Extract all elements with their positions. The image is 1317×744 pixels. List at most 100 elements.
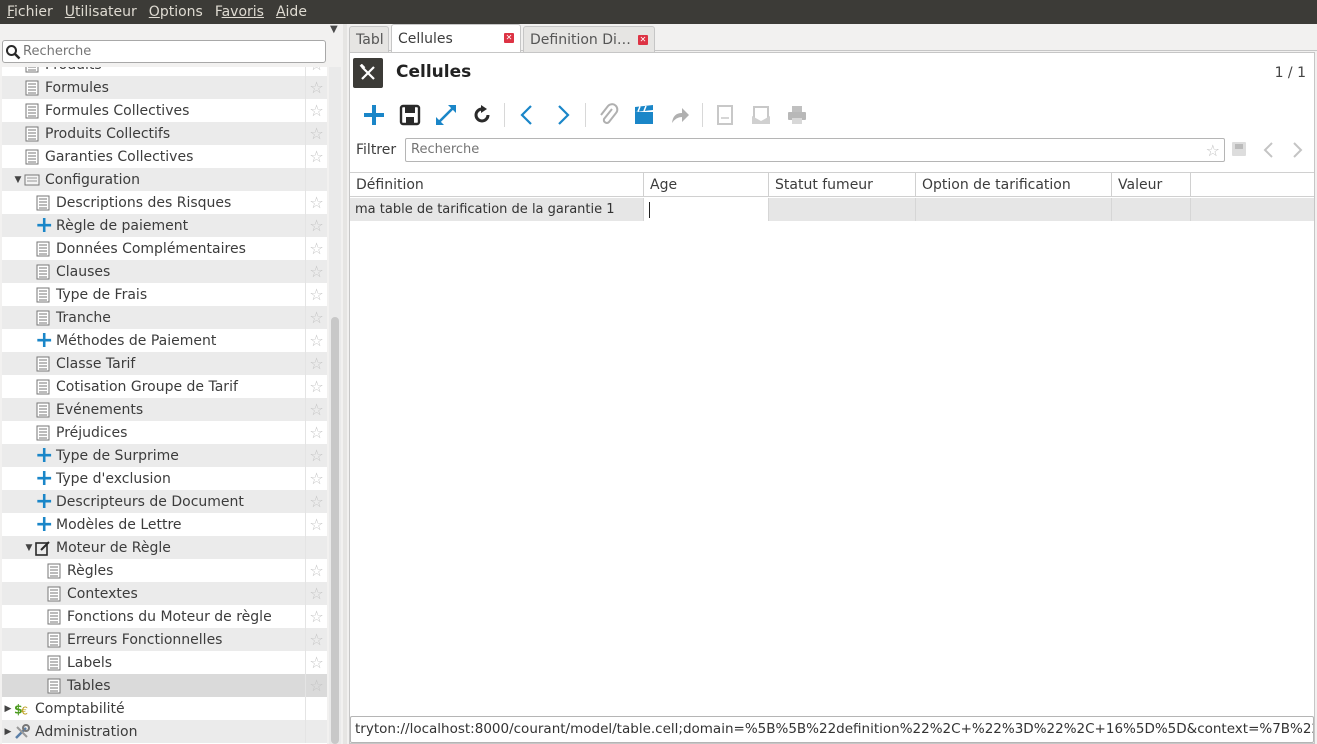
star-icon[interactable]: ☆ [305, 559, 327, 582]
cell-age-editor[interactable] [644, 198, 769, 221]
star-icon[interactable]: ☆ [305, 191, 327, 214]
star-icon[interactable]: ☆ [305, 513, 327, 536]
column-header-valeur[interactable]: Valeur [1112, 173, 1191, 197]
sidebar-item-methodes-de-paiement[interactable]: + Méthodes de Paiement ☆ [2, 329, 327, 352]
action-button[interactable] [626, 100, 662, 130]
scrollbar-thumb[interactable] [331, 317, 339, 744]
chevron-down-icon[interactable]: ▼ [330, 24, 338, 35]
sidebar-scrollbar[interactable] [329, 67, 341, 744]
close-icon[interactable]: ✕ [504, 33, 514, 43]
cell-definition[interactable]: ma table de tarification de la garantie … [350, 198, 644, 221]
star-cell[interactable] [305, 536, 327, 559]
star-icon[interactable]: ☆ [305, 306, 327, 329]
sidebar-item-descriptions-des-risques[interactable]: Descriptions des Risques ☆ [2, 191, 327, 214]
sidebar-item-tranche[interactable]: Tranche ☆ [2, 306, 327, 329]
star-icon[interactable]: ☆ [305, 467, 327, 490]
pane-splitter[interactable] [343, 24, 347, 744]
star-icon[interactable]: ☆ [305, 329, 327, 352]
menu-favoris[interactable]: Favoris [210, 4, 269, 20]
star-icon[interactable]: ☆ [305, 122, 327, 145]
star-icon[interactable]: ☆ [305, 398, 327, 421]
column-header-statut-fumeur[interactable]: Statut fumeur [769, 173, 916, 197]
cell-option-tarification[interactable] [916, 198, 1112, 221]
tab-cellules[interactable]: Cellules ✕ [391, 24, 521, 52]
sidebar-item-comptabilite[interactable]: ▶ $ € Comptabilité [2, 697, 327, 720]
sidebar-item-descripteurs-de-document[interactable]: + Descripteurs de Document ☆ [2, 490, 327, 513]
bookmark-icon[interactable] [1230, 140, 1248, 162]
sidebar-item-regles[interactable]: Règles ☆ [2, 559, 327, 582]
star-icon[interactable]: ☆ [305, 67, 327, 76]
star-icon[interactable]: ☆ [305, 628, 327, 651]
url-field[interactable]: tryton://localhost:8000/courant/model/ta… [350, 716, 1314, 743]
star-icon[interactable]: ☆ [305, 214, 327, 237]
menu-aide[interactable]: Aide [271, 4, 312, 20]
star-icon[interactable]: ☆ [305, 260, 327, 283]
cell-statut-fumeur[interactable] [769, 198, 916, 221]
report-button[interactable] [707, 100, 743, 130]
star-icon[interactable]: ☆ [305, 674, 327, 697]
save-button[interactable] [392, 100, 428, 130]
cell-valeur[interactable] [1112, 198, 1191, 221]
expander-closed-icon[interactable]: ▶ [2, 727, 14, 737]
star-icon[interactable]: ☆ [305, 76, 327, 99]
relate-button[interactable] [662, 100, 698, 130]
menu-fichier[interactable]: Fichier [2, 4, 58, 20]
url-text[interactable]: tryton://localhost:8000/courant/model/ta… [351, 717, 1313, 741]
sidebar-item-modeles-de-lettre[interactable]: + Modèles de Lettre ☆ [2, 513, 327, 536]
star-icon[interactable]: ☆ [305, 237, 327, 260]
sidebar-item-type-de-surprime[interactable]: + Type de Surprime ☆ [2, 444, 327, 467]
sidebar-item-classe-tarif[interactable]: Classe Tarif ☆ [2, 352, 327, 375]
star-icon[interactable]: ☆ [1206, 141, 1220, 160]
sidebar-item-clauses[interactable]: Clauses ☆ [2, 260, 327, 283]
expander-closed-icon[interactable]: ▶ [2, 704, 14, 714]
sidebar-item-produits[interactable]: Produits ☆ [2, 67, 327, 76]
sidebar-item-type-d-exclusion[interactable]: + Type d'exclusion ☆ [2, 467, 327, 490]
sidebar-item-erreurs-fonctionnelles[interactable]: Erreurs Fonctionnelles ☆ [2, 628, 327, 651]
sidebar-item-fonctions-du-moteur-de-regle[interactable]: Fonctions du Moteur de règle ☆ [2, 605, 327, 628]
star-icon[interactable]: ☆ [305, 490, 327, 513]
sidebar-item-formules-collectives[interactable]: Formules Collectives ☆ [2, 99, 327, 122]
column-header-age[interactable]: Age [644, 173, 769, 197]
star-icon[interactable]: ☆ [305, 283, 327, 306]
sidebar-item-donnees-complementaires[interactable]: Données Complémentaires ☆ [2, 237, 327, 260]
sidebar-item-tables[interactable]: Tables ☆ [2, 674, 327, 697]
star-icon[interactable]: ☆ [305, 145, 327, 168]
previous-button[interactable] [509, 100, 545, 130]
attachment-button[interactable] [590, 100, 626, 130]
sidebar-item-prejudices[interactable]: Préjudices ☆ [2, 421, 327, 444]
star-icon[interactable]: ☆ [305, 651, 327, 674]
sidebar-item-produits-collectifs[interactable]: Produits Collectifs ☆ [2, 122, 327, 145]
expander-open-icon[interactable]: ▼ [23, 543, 35, 553]
menu-options[interactable]: Options [144, 4, 208, 20]
chevron-right-icon[interactable] [1290, 140, 1304, 164]
filter-field[interactable]: ☆ [405, 138, 1225, 162]
sidebar-item-regle-de-paiement[interactable]: + Règle de paiement ☆ [2, 214, 327, 237]
next-button[interactable] [545, 100, 581, 130]
sidebar-item-type-de-frais[interactable]: Type de Frais ☆ [2, 283, 327, 306]
sidebar-item-configuration[interactable]: ▼ Configuration [2, 168, 327, 191]
reload-button[interactable] [464, 100, 500, 130]
star-icon[interactable]: ☆ [305, 352, 327, 375]
print-button[interactable] [779, 100, 815, 130]
star-cell[interactable] [305, 168, 327, 191]
sidebar-item-cotisation-groupe-de-tarif[interactable]: Cotisation Groupe de Tarif ☆ [2, 375, 327, 398]
sidebar-item-evenements[interactable]: Evénements ☆ [2, 398, 327, 421]
expander-open-icon[interactable]: ▼ [12, 175, 24, 185]
close-icon[interactable]: ✕ [638, 35, 648, 45]
sidebar-item-labels[interactable]: Labels ☆ [2, 651, 327, 674]
star-icon[interactable]: ☆ [305, 444, 327, 467]
sidebar-item-contextes[interactable]: Contextes ☆ [2, 582, 327, 605]
tab-definition[interactable]: Definition Di… ✕ [523, 26, 655, 52]
star-icon[interactable]: ☆ [305, 99, 327, 122]
sidebar-item-garanties-collectives[interactable]: Garanties Collectives ☆ [2, 145, 327, 168]
star-icon[interactable]: ☆ [305, 605, 327, 628]
star-icon[interactable]: ☆ [305, 421, 327, 444]
column-header-option-tarification[interactable]: Option de tarification [916, 173, 1112, 197]
star-icon[interactable]: ☆ [305, 375, 327, 398]
table-row[interactable]: ma table de tarification de la garantie … [350, 198, 1314, 221]
new-button[interactable] [356, 100, 392, 130]
chevron-left-icon[interactable] [1262, 140, 1276, 164]
column-header-definition[interactable]: Définition [350, 173, 644, 197]
sidebar-item-administration[interactable]: ▶ Administration [2, 720, 327, 743]
filter-input[interactable] [411, 142, 1191, 157]
